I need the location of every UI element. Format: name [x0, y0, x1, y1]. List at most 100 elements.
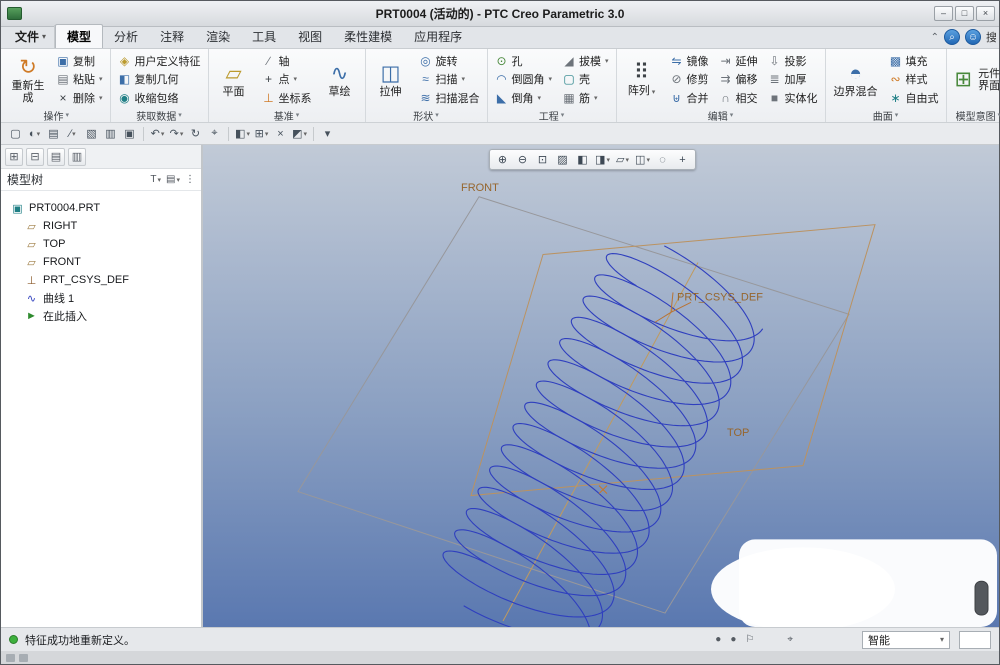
- spin-center-button[interactable]: +: [673, 151, 692, 168]
- tree-item-right-plane[interactable]: ▱ RIGHT: [1, 217, 201, 235]
- tab-flexible-modeling[interactable]: 柔性建模: [333, 25, 403, 48]
- annotations-button[interactable]: ◌: [653, 151, 672, 168]
- resize-grip-icon[interactable]: [19, 653, 28, 662]
- shell-button[interactable]: ▢ 壳: [559, 70, 612, 88]
- tab-applications[interactable]: 应用程序: [403, 25, 473, 48]
- tree-filter-button[interactable]: T: [150, 174, 161, 185]
- restore-button[interactable]: □: [955, 6, 974, 21]
- tree-item-insert-here[interactable]: ► 在此插入: [1, 307, 201, 325]
- swept-blend-button[interactable]: ≋ 扫描混合: [416, 89, 483, 107]
- viewport-canvas[interactable]: FRONT TOP PRT_CSYS_DEF: [203, 145, 999, 627]
- revolve-button[interactable]: ◎ 旋转: [416, 52, 483, 70]
- shading-button[interactable]: ◧: [573, 151, 592, 168]
- datum-display-button[interactable]: ▱: [613, 151, 632, 168]
- hole-button[interactable]: ⊙ 孔: [492, 52, 556, 70]
- group-engineering-label[interactable]: 工程: [492, 108, 612, 123]
- saved-views-button[interactable]: ◫: [633, 151, 652, 168]
- group-datum-label[interactable]: 基准: [213, 108, 361, 123]
- redo-button[interactable]: ↷: [168, 125, 185, 142]
- repaint-button[interactable]: ▨: [553, 151, 572, 168]
- copy-button[interactable]: ▣ 复制: [53, 52, 106, 70]
- plane-button[interactable]: ▱ 平面: [213, 51, 255, 108]
- panel-pin-button[interactable]: ⊟: [26, 147, 44, 166]
- zoom-in-button[interactable]: ⊕: [493, 151, 512, 168]
- tab-render[interactable]: 渲染: [195, 25, 241, 48]
- account-icon[interactable]: ☺: [965, 29, 981, 45]
- fill-button[interactable]: ▩ 填充: [886, 52, 942, 70]
- tree-item-csys[interactable]: ⊥ PRT_CSYS_DEF: [1, 271, 201, 289]
- udf-button[interactable]: ◈ 用户定义特征: [115, 52, 204, 70]
- intersect-button[interactable]: ∩ 相交: [716, 89, 761, 107]
- display-style-viewport-button[interactable]: ◨: [593, 151, 612, 168]
- tab-annotate[interactable]: 注释: [149, 25, 195, 48]
- axis-button[interactable]: ∕ 轴: [259, 52, 315, 70]
- search-icon[interactable]: ⌕: [944, 29, 960, 45]
- group-model-intent-label[interactable]: 模型意图: [951, 108, 1000, 123]
- tab-analysis[interactable]: 分析: [103, 25, 149, 48]
- sketch-button[interactable]: ∿ 草绘: [319, 51, 361, 108]
- copy-geometry-button[interactable]: ◧ 复制几何: [115, 70, 204, 88]
- extrude-button[interactable]: ◫ 拉伸: [370, 51, 412, 108]
- windows-button[interactable]: ⊞: [253, 125, 270, 142]
- csys-button[interactable]: ⊥ 坐标系: [259, 89, 315, 107]
- model-display-button[interactable]: ◐: [26, 125, 43, 142]
- panel-grid-button[interactable]: ⊞: [5, 147, 23, 166]
- refit-button[interactable]: ⊡: [533, 151, 552, 168]
- group-editing-label[interactable]: 编辑: [621, 108, 821, 123]
- shrinkwrap-button[interactable]: ◉ 收缩包络: [115, 89, 204, 107]
- tab-tools[interactable]: 工具: [241, 25, 287, 48]
- solidify-button[interactable]: ■ 实体化: [765, 89, 821, 107]
- regenerate-quick-button[interactable]: ↻: [187, 125, 204, 142]
- project-button[interactable]: ⇩ 投影: [765, 52, 821, 70]
- pattern-button[interactable]: ⠿ 阵列: [621, 51, 663, 108]
- trim-button[interactable]: ⊘ 修剪: [667, 70, 712, 88]
- minimize-button[interactable]: –: [934, 6, 953, 21]
- group-shapes-label[interactable]: 形状: [370, 108, 483, 123]
- save-button[interactable]: ▣: [121, 125, 138, 142]
- favorites-button[interactable]: ▥: [68, 147, 86, 166]
- find-button[interactable]: ⌖: [206, 125, 223, 142]
- boundary-blend-button[interactable]: ◓ 边界混合: [830, 51, 882, 108]
- selection-filter-dropdown[interactable]: 智能 ▾: [862, 630, 950, 649]
- freestyle-button[interactable]: ∗ 自由式: [886, 89, 942, 107]
- folder-browser-button[interactable]: ▤: [47, 147, 65, 166]
- mirror-button[interactable]: ⇋ 镜像: [667, 52, 712, 70]
- find-in-model-icon[interactable]: ⌖: [787, 634, 793, 645]
- print-button[interactable]: ▥: [102, 125, 119, 142]
- collapse-ribbon-icon[interactable]: ⌃: [931, 32, 939, 43]
- tab-view[interactable]: 视图: [287, 25, 333, 48]
- group-operations-label[interactable]: 操作: [7, 108, 106, 123]
- style-button[interactable]: ∾ 样式: [886, 70, 942, 88]
- 3d-viewport[interactable]: FRONT TOP PRT_CSYS_DEF ⊕ ⊖ ⊡ ▨ ◧ ◨ ▱ ◫ ◌ +: [203, 145, 999, 627]
- regenerate-button[interactable]: ↻ 重新生成: [7, 51, 49, 108]
- file-menu-button[interactable]: 文件 ▾: [5, 25, 56, 48]
- tree-options-button[interactable]: ⋮: [185, 174, 195, 185]
- point-button[interactable]: + 点: [259, 70, 315, 88]
- chamfer-button[interactable]: ◣ 倒角: [492, 89, 556, 107]
- flag-icon[interactable]: ⚐: [745, 634, 754, 645]
- resize-grip-icon[interactable]: [6, 653, 15, 662]
- tab-model[interactable]: 模型: [55, 24, 104, 48]
- extend-button[interactable]: ⇥ 延伸: [716, 52, 761, 70]
- group-surfaces-label[interactable]: 曲面: [830, 108, 942, 123]
- tree-item-front-plane[interactable]: ▱ FRONT: [1, 253, 201, 271]
- display-style-button[interactable]: ◧: [234, 125, 251, 142]
- group-get-data-label[interactable]: 获取数据: [115, 108, 204, 123]
- mail-button[interactable]: ▧: [83, 125, 100, 142]
- round-button[interactable]: ◠ 倒圆角: [492, 70, 556, 88]
- rib-button[interactable]: ▦ 筋: [559, 89, 612, 107]
- tree-item-top-plane[interactable]: ▱ TOP: [1, 235, 201, 253]
- zoom-out-button[interactable]: ⊖: [513, 151, 532, 168]
- tree-item-curve[interactable]: ∿ 曲线 1: [1, 289, 201, 307]
- new-file-button[interactable]: ▢: [7, 125, 24, 142]
- options-button[interactable]: ◩: [291, 125, 308, 142]
- thicken-button[interactable]: ≣ 加厚: [765, 70, 821, 88]
- edit-button[interactable]: ∕: [64, 125, 81, 142]
- draft-button[interactable]: ◢ 拔模: [559, 52, 612, 70]
- open-button[interactable]: ▤: [45, 125, 62, 142]
- component-interface-button[interactable]: ⊞ 元件界面: [951, 51, 1000, 108]
- merge-button[interactable]: ⊎ 合并: [667, 89, 712, 107]
- tree-item-part[interactable]: ▣ PRT0004.PRT: [1, 199, 201, 217]
- undo-button[interactable]: ↶: [149, 125, 166, 142]
- delete-button[interactable]: × 删除: [53, 89, 106, 107]
